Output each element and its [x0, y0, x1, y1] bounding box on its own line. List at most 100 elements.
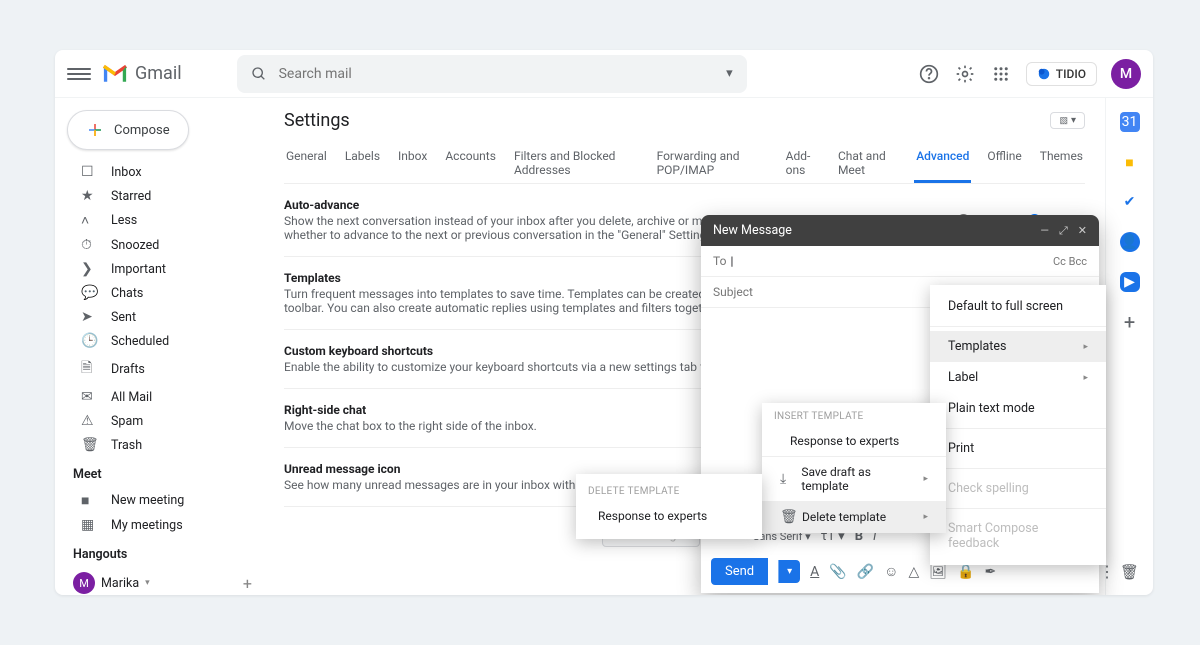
side-panel: 31 ■ ✔ 👤 ▶ + ›: [1105, 98, 1153, 595]
folder-label: Trash: [111, 438, 142, 453]
chevron-right-icon: ▸: [923, 512, 928, 522]
sidebar-item-less[interactable]: ˄Less: [63, 208, 262, 233]
confidential-icon[interactable]: 🔒: [957, 564, 974, 580]
delete-template-label: Delete template: [802, 510, 886, 524]
sidebar-item-all-mail[interactable]: ✉ All Mail: [63, 385, 262, 409]
attach-icon[interactable]: 📎: [829, 564, 846, 580]
folder-icon: ➤: [81, 309, 97, 325]
folder-label: Important: [111, 262, 166, 277]
drive-icon[interactable]: △: [908, 564, 919, 580]
setting-desc: Move the chat box to the right side of t…: [284, 419, 537, 433]
save-draft-as-template[interactable]: ⤓ Save draft as template ▸: [762, 457, 946, 501]
emoji-icon[interactable]: ☺: [884, 563, 898, 580]
more-menu-templates[interactable]: Templates▸: [930, 331, 1106, 362]
tab-accounts[interactable]: Accounts: [443, 143, 498, 183]
fullscreen-icon[interactable]: ⤢: [1059, 224, 1068, 238]
save-icon: ⤓: [780, 471, 793, 487]
tab-labels[interactable]: Labels: [343, 143, 382, 183]
add-hangout-icon[interactable]: +: [243, 574, 252, 593]
folder-icon: ✉: [81, 389, 97, 405]
setting-title: Auto-advance: [284, 198, 927, 212]
meet-heading: Meet: [63, 457, 262, 488]
account-avatar[interactable]: M: [1111, 59, 1141, 89]
tidio-label: TIDIO: [1056, 67, 1086, 81]
sidebar-item-drafts[interactable]: 🗎Drafts: [63, 353, 262, 385]
to-field[interactable]: To | Cc Bcc: [701, 246, 1099, 277]
delete-template-item[interactable]: Response to experts: [576, 501, 762, 531]
sidebar-item-trash[interactable]: 🗑 Trash: [63, 433, 262, 457]
tidio-chip[interactable]: TIDIO: [1026, 62, 1097, 86]
discard-draft-icon[interactable]: 🗑: [1120, 563, 1139, 581]
template-item-response[interactable]: Response to experts: [762, 426, 946, 456]
more-menu-label[interactable]: Label▸: [930, 362, 1106, 393]
folder-label: Less: [111, 213, 137, 228]
sidebar-item-scheduled[interactable]: 🕒Scheduled: [63, 329, 262, 353]
settings-gear-icon[interactable]: [954, 63, 976, 85]
signature-icon[interactable]: ✒: [984, 564, 996, 580]
close-icon[interactable]: ✕: [1078, 224, 1087, 238]
folder-icon: 🗑: [81, 437, 97, 453]
more-menu-plain-text-mode[interactable]: Plain text mode: [930, 393, 1106, 424]
meet-label: New meeting: [111, 493, 184, 508]
hangouts-avatar: M: [73, 572, 95, 594]
folder-label: All Mail: [111, 390, 152, 405]
delete-template[interactable]: 🗑 Delete template ▸: [762, 501, 946, 533]
input-tools-button[interactable]: ▧▾: [1050, 112, 1085, 129]
minimize-icon[interactable]: —: [1040, 224, 1049, 238]
delete-template-heading: DELETE TEMPLATE: [576, 478, 762, 501]
keep-icon[interactable]: ■: [1120, 152, 1140, 172]
send-button[interactable]: Send: [711, 558, 768, 585]
insert-image-icon[interactable]: 🖼: [929, 564, 947, 580]
tab-offline[interactable]: Offline: [985, 143, 1023, 183]
sidebar-item-important[interactable]: ❯Important: [63, 257, 262, 281]
tab-advanced[interactable]: Advanced: [914, 143, 971, 183]
sidebar-item-sent[interactable]: ➤Sent: [63, 305, 262, 329]
meet-item-my-meetings[interactable]: ▦My meetings: [63, 513, 262, 537]
video-call-icon[interactable]: ▶: [1120, 272, 1140, 292]
compose-label: Compose: [114, 123, 170, 138]
compose-header[interactable]: New Message — ⤢ ✕: [701, 215, 1099, 246]
help-icon[interactable]: [918, 63, 940, 85]
tab-add-ons[interactable]: Add-ons: [784, 143, 822, 183]
meet-icon: ▦: [81, 517, 97, 533]
tab-themes[interactable]: Themes: [1038, 143, 1085, 183]
tab-inbox[interactable]: Inbox: [396, 143, 429, 183]
more-menu-label: Print: [948, 441, 974, 456]
search-bar[interactable]: ▾: [237, 55, 747, 93]
calendar-icon[interactable]: 31: [1120, 112, 1140, 132]
sidebar-item-spam[interactable]: ⚠Spam: [63, 409, 262, 433]
gmail-m-icon: [101, 64, 129, 84]
template-item-label: Response to experts: [790, 434, 899, 448]
link-icon[interactable]: 🔗: [857, 564, 874, 580]
tab-chat-and-meet[interactable]: Chat and Meet: [836, 143, 900, 183]
search-options-icon[interactable]: ▾: [726, 66, 733, 81]
header-actions: TIDIO M: [918, 59, 1141, 89]
trash-icon: 🗑: [780, 509, 794, 525]
tab-general[interactable]: General: [284, 143, 329, 183]
tasks-icon[interactable]: ✔: [1120, 192, 1140, 212]
sidebar-item-chats[interactable]: 💬Chats: [63, 281, 262, 305]
more-menu-print[interactable]: Print: [930, 433, 1106, 464]
more-menu-label: Check spelling: [948, 481, 1029, 496]
search-input[interactable]: [279, 66, 726, 82]
more-menu-default-to-full-screen[interactable]: Default to full screen: [930, 291, 1106, 322]
sidebar-item-snoozed[interactable]: ⏱Snoozed: [63, 233, 262, 257]
tab-filters-and-blocked-addresses[interactable]: Filters and Blocked Addresses: [512, 143, 641, 183]
more-menu-smart-compose-feedback: Smart Compose feedback: [930, 513, 1106, 559]
send-options-button[interactable]: ▾: [778, 560, 800, 583]
compose-button[interactable]: Compose: [67, 110, 189, 150]
apps-grid-icon[interactable]: [990, 63, 1012, 85]
gmail-logo[interactable]: Gmail: [101, 63, 182, 84]
tab-forwarding-and-pop-imap[interactable]: Forwarding and POP/IMAP: [655, 143, 770, 183]
sidebar-item-inbox[interactable]: ☐Inbox: [63, 160, 262, 184]
folder-label: Snoozed: [111, 238, 159, 253]
add-addon-icon[interactable]: +: [1120, 312, 1140, 332]
insert-template-heading: INSERT TEMPLATE: [762, 403, 946, 426]
sidebar-item-starred[interactable]: ★Starred: [63, 184, 262, 208]
main-menu-icon[interactable]: [67, 62, 91, 86]
contacts-icon[interactable]: 👤: [1120, 232, 1140, 252]
hangouts-user-row[interactable]: M Marika ▾ +: [63, 568, 262, 595]
meet-item-new-meeting[interactable]: ■New meeting: [63, 488, 262, 513]
text-format-icon[interactable]: A: [810, 564, 819, 580]
cc-bcc-link[interactable]: Cc Bcc: [1053, 255, 1087, 268]
